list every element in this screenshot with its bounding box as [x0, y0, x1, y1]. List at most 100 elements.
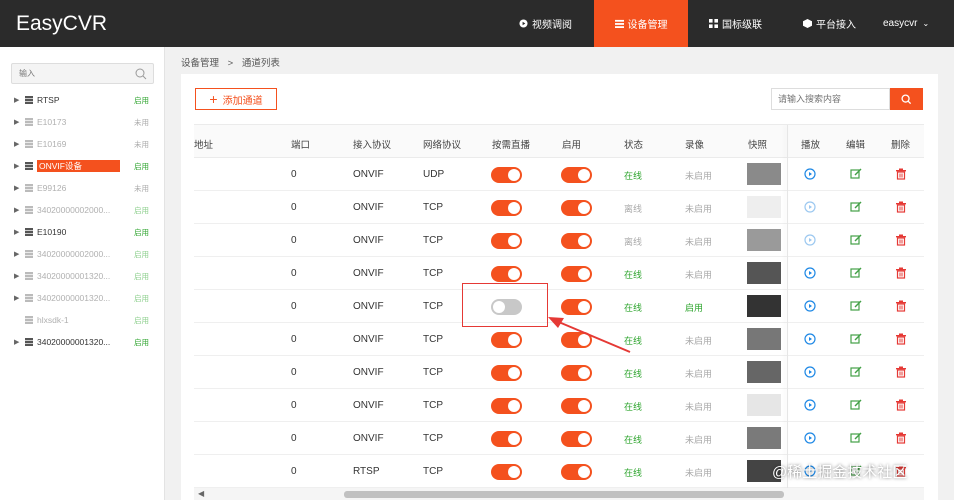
play-icon[interactable] — [804, 168, 816, 180]
on-demand-toggle[interactable] — [491, 266, 522, 282]
enable-toggle[interactable] — [561, 365, 592, 381]
add-channel-button[interactable]: + 添加通道 — [195, 88, 277, 110]
on-demand-toggle[interactable] — [491, 431, 522, 447]
enable-toggle[interactable] — [561, 431, 592, 447]
server-icon — [25, 338, 33, 346]
snapshot-thumbnail[interactable] — [747, 163, 781, 185]
trash-icon[interactable] — [895, 300, 907, 312]
play-icon[interactable] — [804, 267, 816, 279]
server-icon — [25, 96, 33, 104]
play-icon[interactable] — [804, 333, 816, 345]
channel-search-input[interactable] — [772, 89, 887, 109]
caret-right-icon[interactable]: ▶ — [14, 162, 20, 170]
play-icon[interactable] — [804, 432, 816, 444]
play-icon[interactable] — [804, 201, 816, 213]
enable-toggle[interactable] — [561, 200, 592, 216]
edit-icon[interactable] — [850, 399, 862, 411]
snapshot-thumbnail[interactable] — [747, 361, 781, 383]
snapshot-thumbnail[interactable] — [747, 229, 781, 251]
enable-toggle[interactable] — [561, 167, 592, 183]
edit-icon[interactable] — [850, 333, 862, 345]
tree-item[interactable]: ▶ 34020000001320... 启用 — [0, 331, 165, 353]
nav-video-view[interactable]: 视频调阅 — [519, 0, 572, 47]
nav-gb-cascade[interactable]: 国标级联 — [709, 0, 762, 47]
channel-table: 地址 端口 接入协议 网络协议 按需直播 启用 状态 录像 快照 播放 编辑 删… — [194, 124, 924, 488]
tree-item-status: 启用 — [134, 271, 149, 281]
device-search-input[interactable] — [12, 64, 132, 83]
tree-item[interactable]: ▶ E10169 未用 — [0, 133, 165, 155]
server-icon — [25, 140, 33, 148]
user-menu[interactable]: easycvr ⌄ — [883, 0, 929, 47]
on-demand-toggle[interactable] — [491, 200, 522, 216]
trash-icon[interactable] — [895, 399, 907, 411]
on-demand-toggle[interactable] — [491, 167, 522, 183]
user-name: easycvr — [883, 18, 918, 29]
play-icon[interactable] — [804, 366, 816, 378]
on-demand-toggle[interactable] — [491, 332, 522, 348]
scrollbar-thumb[interactable] — [344, 491, 784, 498]
caret-right-icon[interactable]: ▶ — [14, 184, 20, 192]
tree-item[interactable]: ▶ 34020000002000... 启用 — [0, 243, 165, 265]
enable-toggle[interactable] — [561, 266, 592, 282]
caret-right-icon[interactable]: ▶ — [14, 140, 20, 148]
trash-icon[interactable] — [895, 267, 907, 279]
caret-right-icon[interactable]: ▶ — [14, 272, 20, 280]
tree-item[interactable]: ▶ ONVIF设备 启用 — [0, 155, 165, 177]
edit-icon[interactable] — [850, 366, 862, 378]
tree-item[interactable]: ▶ E99126 未用 — [0, 177, 165, 199]
tree-item[interactable]: ▶ 34020000001320... 启用 — [0, 265, 165, 287]
trash-icon[interactable] — [895, 366, 907, 378]
snapshot-thumbnail[interactable] — [747, 295, 781, 317]
channel-search-button[interactable] — [890, 88, 923, 110]
nav-device-management[interactable]: 设备管理 — [594, 0, 688, 47]
enable-toggle[interactable] — [561, 398, 592, 414]
play-icon[interactable] — [804, 399, 816, 411]
trash-icon[interactable] — [895, 333, 907, 345]
trash-icon[interactable] — [895, 234, 907, 246]
cell-port: 0 — [291, 301, 297, 312]
tree-item[interactable]: ▶ E10190 启用 — [0, 221, 165, 243]
snapshot-thumbnail[interactable] — [747, 262, 781, 284]
snapshot-thumbnail[interactable] — [747, 394, 781, 416]
th-enable: 启用 — [562, 140, 582, 151]
enable-toggle[interactable] — [561, 233, 592, 249]
edit-icon[interactable] — [850, 168, 862, 180]
snapshot-thumbnail[interactable] — [747, 328, 781, 350]
caret-right-icon[interactable]: ▶ — [14, 228, 20, 236]
trash-icon[interactable] — [895, 432, 907, 444]
enable-toggle[interactable] — [561, 464, 592, 480]
caret-right-icon[interactable]: ▶ — [14, 250, 20, 258]
caret-right-icon[interactable]: ▶ — [14, 118, 20, 126]
scroll-left-icon[interactable]: ◀ — [198, 489, 204, 498]
server-icon — [25, 162, 33, 170]
caret-right-icon[interactable]: ▶ — [14, 338, 20, 346]
on-demand-toggle[interactable] — [491, 365, 522, 381]
edit-icon[interactable] — [850, 234, 862, 246]
edit-icon[interactable] — [850, 201, 862, 213]
edit-icon[interactable] — [850, 267, 862, 279]
horizontal-scrollbar[interactable]: ◀ — [194, 488, 924, 500]
trash-icon[interactable] — [895, 201, 907, 213]
on-demand-toggle[interactable] — [491, 464, 522, 480]
play-icon[interactable] — [804, 300, 816, 312]
breadcrumb-parent[interactable]: 设备管理 — [181, 58, 219, 69]
tree-item[interactable]: ▶ 34020000002000... 启用 — [0, 199, 165, 221]
tree-item[interactable]: ▶ E10173 未用 — [0, 111, 165, 133]
on-demand-toggle[interactable] — [491, 398, 522, 414]
tree-item[interactable]: ▶ 34020000001320... 启用 — [0, 287, 165, 309]
play-icon[interactable] — [804, 234, 816, 246]
nav-platform-access[interactable]: 平台接入 — [803, 0, 856, 47]
caret-right-icon[interactable]: ▶ — [14, 96, 20, 104]
snapshot-thumbnail[interactable] — [747, 427, 781, 449]
on-demand-toggle[interactable] — [491, 233, 522, 249]
caret-right-icon[interactable]: ▶ — [14, 206, 20, 214]
edit-icon[interactable] — [850, 432, 862, 444]
edit-icon[interactable] — [850, 300, 862, 312]
snapshot-thumbnail[interactable] — [747, 196, 781, 218]
search-icon[interactable] — [135, 68, 147, 80]
trash-icon[interactable] — [895, 168, 907, 180]
tree-item[interactable]: ▶ RTSP 启用 — [0, 89, 165, 111]
tree-item-label: RTSP — [37, 95, 60, 105]
caret-right-icon[interactable]: ▶ — [14, 294, 20, 302]
tree-item[interactable]: hlxsdk-1 启用 — [0, 309, 165, 331]
